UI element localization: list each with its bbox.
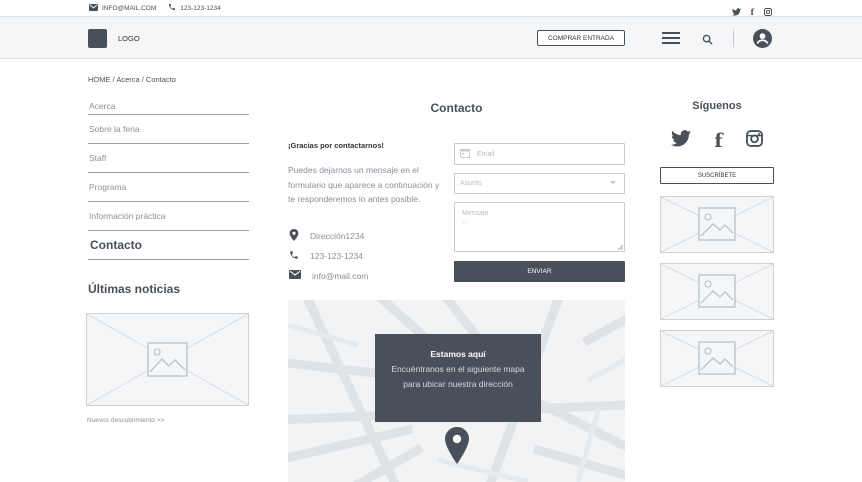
page-title: Contacto	[430, 101, 483, 115]
image-placeholder-icon	[660, 330, 774, 387]
logo-text[interactable]: LOGO	[118, 34, 140, 43]
message-textarea[interactable]: Mensaje --	[454, 202, 625, 252]
sidebar-item-programa[interactable]: Programa	[88, 173, 249, 202]
map-info-card: Estamos aquí Encuéntranos en el siguient…	[375, 334, 541, 422]
top-phone[interactable]: 123-123-1234	[168, 3, 221, 13]
sidebar-item-acerca[interactable]: Acerca	[88, 92, 249, 115]
sidebar-image-1[interactable]	[660, 196, 774, 253]
instagram-icon[interactable]	[745, 130, 763, 152]
social-links: f	[660, 130, 774, 152]
subject-select[interactable]: Asunto	[454, 173, 625, 194]
address-text: Dirección1234	[310, 231, 365, 241]
map-pin-icon[interactable]	[445, 427, 469, 469]
top-bar: INFO@MAIL.COM 123-123-1234 f	[0, 0, 862, 17]
image-placeholder-icon	[660, 196, 774, 253]
location-pin-icon	[289, 229, 299, 243]
header-divider	[733, 29, 734, 47]
sidebar-item-contacto[interactable]: Contacto	[88, 231, 249, 260]
send-button[interactable]: ENVIAR	[454, 261, 625, 282]
contact-address: Dirección1234	[289, 229, 364, 243]
top-email-text: INFO@MAIL.COM	[102, 4, 157, 12]
resize-handle-icon[interactable]	[618, 245, 623, 250]
sidebar-item-informacion-practica[interactable]: Información práctica	[88, 202, 249, 231]
sidebar-image-2[interactable]	[660, 263, 774, 320]
phone-icon	[168, 3, 176, 13]
menu-icon[interactable]	[662, 32, 680, 44]
image-placeholder-icon	[86, 313, 249, 406]
message-placeholder: Mensaje	[462, 210, 489, 217]
phone-text: 123-123-1234	[310, 251, 363, 261]
side-navigation: Acerca Sobre la feria Staff Programa Inf…	[88, 92, 249, 260]
phone-icon	[289, 250, 299, 262]
main-header: LOGO COMPRAR ENTRADA	[0, 17, 862, 59]
subject-placeholder: Asunto	[460, 180, 482, 187]
follow-title: Síguenos	[692, 100, 742, 112]
contact-message: Puedes dejarnos un mensaje en el formula…	[288, 165, 440, 204]
email-field[interactable]: Email	[454, 143, 625, 165]
mail-icon	[89, 3, 98, 13]
top-phone-text: 123-123-1234	[180, 4, 221, 12]
sidebar-item-staff[interactable]: Staff	[88, 144, 249, 173]
news-more-link[interactable]: Nuevos descubrimiento >>	[87, 417, 164, 424]
chevron-down-icon	[610, 180, 616, 187]
sidebar-item-sobre-la-feria[interactable]: Sobre la feria	[88, 115, 249, 144]
map-card-title: Estamos aquí	[430, 349, 486, 359]
thanks-heading: ¡Gracias por contactarnos!	[288, 141, 384, 150]
facebook-icon[interactable]: f	[751, 7, 754, 17]
email-placeholder: Email	[477, 150, 495, 158]
calendar-icon	[460, 148, 470, 160]
news-title: Últimas noticias	[88, 282, 181, 296]
message-dots: --	[462, 220, 467, 227]
contact-phone: 123-123-1234	[289, 250, 363, 262]
logo-icon[interactable]	[88, 29, 107, 48]
buy-ticket-button[interactable]: COMPRAR ENTRADA	[537, 30, 625, 46]
mail-icon	[289, 270, 301, 281]
sidebar-image-3[interactable]	[660, 330, 774, 387]
subscribe-button[interactable]: SUSCRÍBETE	[660, 167, 774, 184]
breadcrumb[interactable]: HOME / Acerca / Contacto	[88, 75, 176, 84]
twitter-icon[interactable]	[671, 130, 692, 152]
map-card-description: Encuéntranos en el siguiente mapa para u…	[391, 364, 525, 389]
image-placeholder-icon	[660, 263, 774, 320]
search-icon[interactable]	[702, 32, 713, 50]
facebook-icon[interactable]: f	[714, 131, 722, 151]
contact-email: info@mail.com	[289, 270, 368, 281]
top-email[interactable]: INFO@MAIL.COM	[89, 3, 157, 13]
news-image-placeholder[interactable]	[86, 313, 249, 406]
user-account-icon[interactable]	[753, 29, 772, 53]
email-text: info@mail.com	[312, 270, 369, 281]
top-contact: INFO@MAIL.COM 123-123-1234	[89, 3, 221, 13]
